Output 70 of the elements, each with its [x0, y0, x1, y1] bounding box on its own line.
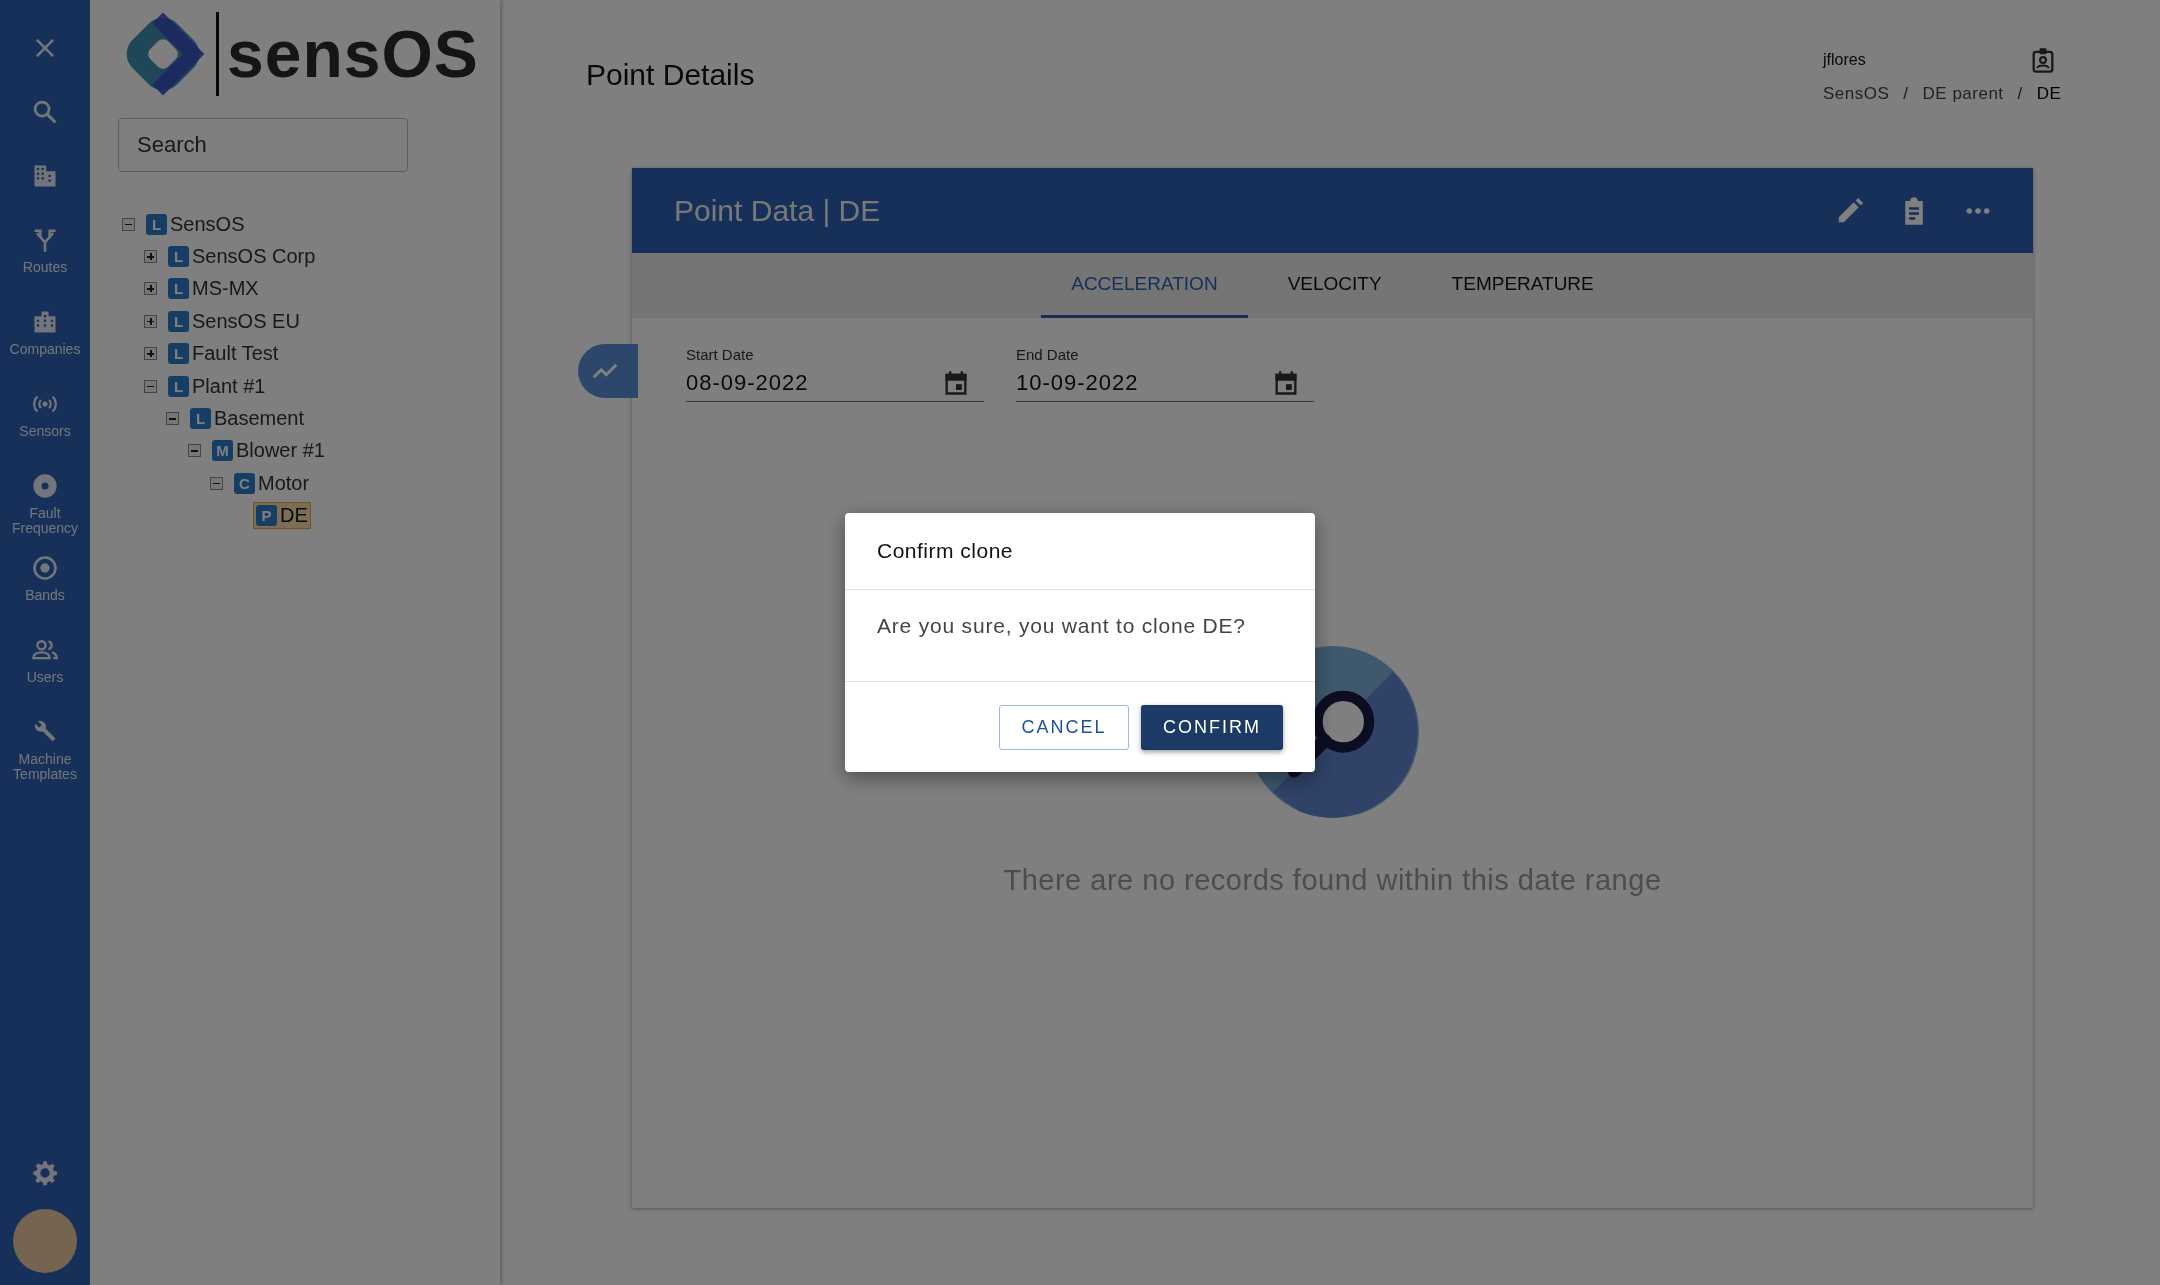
tree-node[interactable]: L Basement — [187, 405, 308, 433]
chart-toggle-button[interactable] — [578, 344, 638, 398]
collapse-toggle[interactable] — [210, 476, 223, 490]
tab[interactable]: ACCELERATION — [1041, 253, 1248, 318]
node-type-badge: L — [168, 343, 189, 365]
node-type-badge: L — [168, 246, 189, 268]
expand-toggle[interactable] — [144, 282, 157, 296]
node-type-badge: L — [168, 278, 189, 300]
tree-node[interactable]: L SensOS — [143, 210, 248, 238]
node-type-badge: L — [168, 375, 189, 397]
tree-node[interactable]: M Blower #1 — [209, 437, 328, 465]
collapse-toggle[interactable] — [144, 379, 157, 393]
dialog-title: Confirm clone — [845, 513, 1315, 590]
breadcrumb-separator: / — [1903, 84, 1909, 104]
node-label[interactable]: SensOS Corp — [192, 245, 316, 269]
nav-label[interactable]: Users — [5, 670, 85, 685]
node-label[interactable]: SensOS EU — [192, 309, 300, 333]
collapse-toggle[interactable] — [188, 444, 201, 458]
nav-label[interactable]: Routes — [5, 260, 85, 275]
collapse-toggle[interactable] — [166, 412, 179, 426]
search-field[interactable]: Search — [118, 118, 408, 172]
breadcrumb-link[interactable]: SensOS — [1823, 84, 1890, 104]
logo-text: sensOS — [227, 16, 479, 92]
card-title: Point Data | DE — [674, 193, 881, 228]
node-label[interactable]: Basement — [214, 407, 305, 431]
node-label[interactable]: Blower #1 — [236, 439, 325, 463]
tree-node[interactable]: L SensOS Corp — [165, 243, 319, 271]
date-field[interactable]: End Date 10-09-2022 — [1016, 346, 1314, 402]
tab[interactable]: VELOCITY — [1257, 253, 1412, 318]
tree-node[interactable]: L Plant #1 — [165, 372, 269, 400]
node-label[interactable]: DE — [280, 504, 308, 528]
node-label[interactable]: Fault Test — [192, 342, 279, 366]
node-type-badge: L — [190, 408, 211, 430]
confirm-button[interactable]: CONFIRM — [1141, 704, 1283, 750]
cancel-button[interactable]: CANCEL — [999, 704, 1129, 750]
dialog-message: Are you sure, you want to clone DE? — [877, 614, 1246, 637]
breadcrumb-link[interactable]: DE parent — [1922, 84, 2004, 104]
tree-node[interactable]: P DE — [253, 502, 311, 530]
page-title: Point Details — [586, 58, 755, 93]
node-type-badge: C — [234, 472, 255, 494]
nav-label[interactable]: Fault Frequency — [5, 506, 85, 536]
breadcrumb-separator: / — [2017, 84, 2023, 104]
tree-node[interactable]: C Motor — [231, 469, 313, 497]
tab[interactable]: TEMPERATURE — [1421, 253, 1624, 318]
target-icon[interactable] — [31, 554, 59, 582]
node-type-badge: M — [212, 440, 233, 462]
settings-icon[interactable] — [31, 1159, 59, 1187]
tree-node[interactable]: L SensOS EU — [165, 307, 303, 335]
tree-node[interactable]: L MS-MX — [165, 275, 262, 303]
collapse-toggle[interactable] — [122, 217, 135, 231]
nav-label[interactable]: Sensors — [5, 424, 85, 439]
disc-icon[interactable] — [31, 472, 59, 500]
node-label[interactable]: Plant #1 — [192, 374, 266, 398]
node-type-badge: P — [256, 505, 277, 527]
username: jflores — [1823, 51, 1866, 69]
breadcrumb-current: DE — [2036, 84, 2062, 104]
node-label[interactable]: Motor — [258, 471, 310, 495]
nav-label[interactable]: Companies — [5, 342, 85, 357]
expand-toggle[interactable] — [144, 314, 157, 328]
node-label[interactable]: MS-MX — [192, 277, 259, 301]
expand-toggle[interactable] — [144, 347, 157, 361]
search-icon[interactable] — [31, 98, 59, 126]
node-type-badge: L — [146, 213, 167, 235]
node-label[interactable]: SensOS — [170, 212, 245, 236]
tree-node[interactable]: L Fault Test — [165, 340, 282, 368]
nav-label[interactable]: Bands — [5, 588, 85, 603]
date-field[interactable]: Start Date 08-09-2022 — [686, 346, 984, 402]
node-type-badge: L — [168, 310, 189, 332]
expand-toggle[interactable] — [144, 250, 157, 264]
nav-label[interactable]: Machine Templates — [5, 752, 85, 782]
